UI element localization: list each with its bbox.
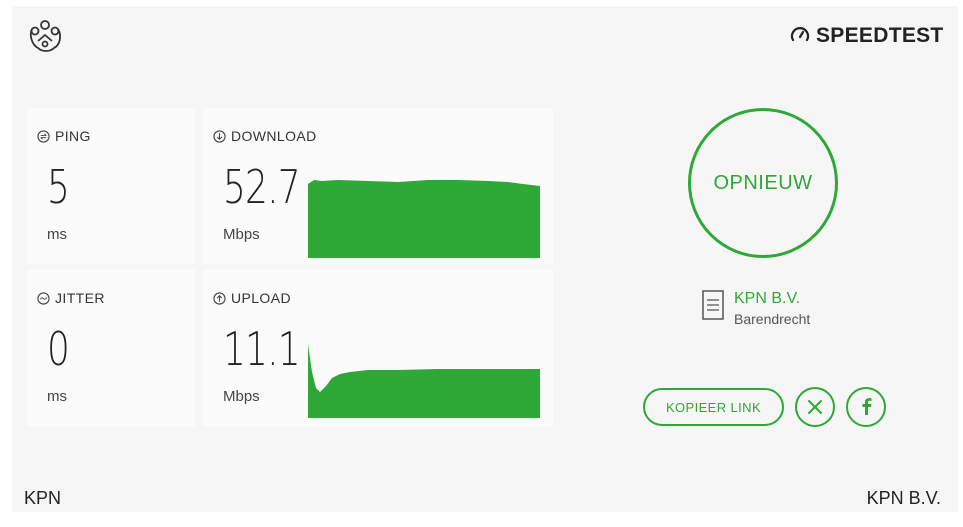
document-icon <box>702 290 724 320</box>
copy-link-button[interactable]: KOPIEER LINK <box>643 388 784 426</box>
upload-label: UPLOAD <box>231 290 291 306</box>
ping-card: PING 5 ms <box>27 108 195 264</box>
server-text: KPN B.V. Barendrecht <box>734 290 810 327</box>
speedtest-label: SPEEDTEST <box>816 24 944 47</box>
download-unit: Mbps <box>223 226 260 243</box>
upload-graph <box>308 344 540 418</box>
share-x-button[interactable] <box>795 387 835 427</box>
jitter-card: JITTER 0 ms <box>27 270 195 426</box>
facebook-icon <box>862 398 872 415</box>
jitter-icon <box>37 291 50 305</box>
jitter-header: JITTER <box>37 290 105 306</box>
jitter-unit: ms <box>47 388 67 405</box>
server-location: Barendrecht <box>734 311 811 327</box>
share-facebook-button[interactable] <box>846 387 886 427</box>
restart-button[interactable]: OPNIEUW <box>688 108 838 258</box>
upload-unit: Mbps <box>223 388 260 405</box>
upload-card: UPLOAD 11.1 Mbps <box>203 270 553 426</box>
ping-label: PING <box>55 128 91 144</box>
ping-icon <box>37 129 50 143</box>
download-label: DOWNLOAD <box>231 128 317 144</box>
x-icon <box>808 400 822 414</box>
ping-header: PING <box>37 128 91 144</box>
footer-isp: KPN B.V. <box>866 488 941 508</box>
speedtest-brand: SPEEDTEST <box>790 24 944 48</box>
server-info: KPN B.V. Barendrecht <box>702 290 810 327</box>
download-header: DOWNLOAD <box>213 128 317 144</box>
upload-icon <box>213 291 226 305</box>
jitter-value: 0 <box>47 322 70 376</box>
gauge-icon <box>790 27 810 42</box>
isp-name: KPN B.V. <box>734 290 801 307</box>
upload-value: 11.1 <box>223 322 301 376</box>
upload-header: UPLOAD <box>213 290 291 306</box>
download-graph <box>308 180 540 258</box>
footer-provider: KPN <box>24 488 62 508</box>
jitter-label: JITTER <box>55 290 105 306</box>
download-icon <box>213 129 226 143</box>
ping-unit: ms <box>47 226 67 243</box>
download-value: 52.7 <box>223 160 301 214</box>
download-card: DOWNLOAD 52.7 Mbps <box>203 108 553 264</box>
ping-value: 5 <box>47 160 70 214</box>
kpn-crown-logo <box>29 20 61 52</box>
